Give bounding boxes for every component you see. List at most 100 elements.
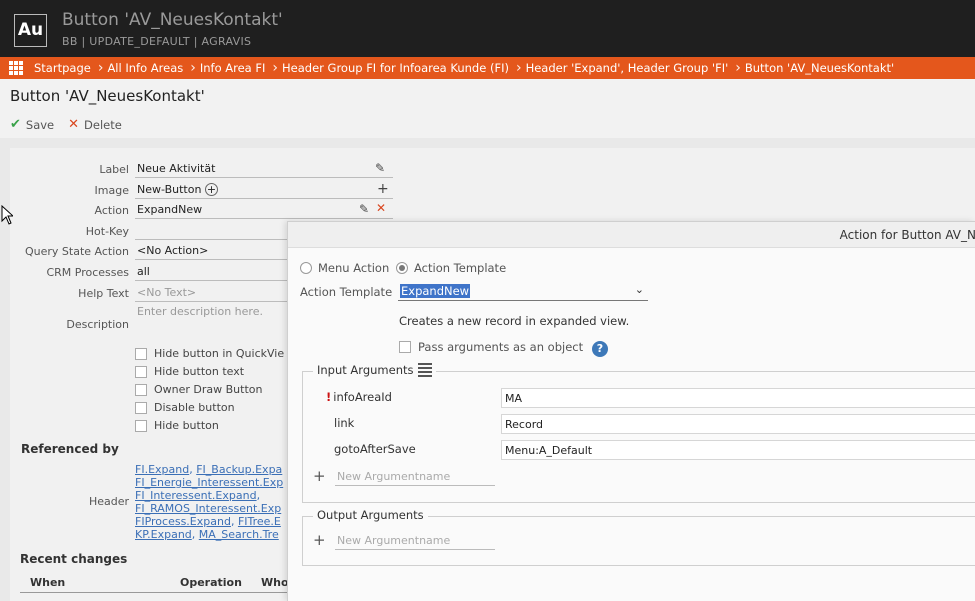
hide-quickview-checkbox[interactable]: Hide button in QuickVie: [135, 347, 284, 360]
add-argument-icon[interactable]: +: [313, 467, 326, 485]
checkbox-box[interactable]: [135, 365, 147, 378]
pencil-icon[interactable]: ✎: [375, 161, 385, 175]
help-icon[interactable]: ?: [592, 341, 608, 357]
save-button[interactable]: ✔ Save: [10, 117, 54, 132]
input-arguments-legend: Input Arguments: [313, 363, 437, 377]
mouse-cursor-icon: [1, 205, 13, 225]
app-logo[interactable]: Au: [14, 14, 47, 47]
chevron-right-icon: ›: [735, 60, 741, 76]
page-title: Button 'AV_NeuesKontakt': [10, 87, 205, 105]
delete-button[interactable]: ✕ Delete: [68, 117, 122, 132]
pass-args-checkbox[interactable]: Pass arguments as an object: [399, 340, 583, 354]
menu-action-radio[interactable]: Menu Action: [300, 261, 389, 275]
disable-button-checkbox[interactable]: Disable button: [135, 401, 235, 414]
referenced-by-heading: Referenced by: [21, 442, 119, 456]
reference-link[interactable]: FI_Energie_Interessent.Exp: [135, 476, 283, 489]
checkbox-label: Hide button in QuickVie: [154, 347, 285, 360]
list-icon[interactable]: [418, 363, 433, 377]
hotkey-field[interactable]: [135, 223, 293, 240]
radio-label: Menu Action: [318, 261, 390, 275]
checkbox-box[interactable]: [135, 347, 147, 360]
label-label: Label: [99, 163, 129, 176]
action-template-radio[interactable]: Action Template: [396, 261, 506, 275]
image-field[interactable]: New-Button +: [135, 182, 393, 199]
query-state-action-field[interactable]: <No Action>: [135, 243, 293, 260]
apps-grid-icon[interactable]: [9, 61, 23, 75]
app-subtitle: BB | UPDATE_DEFAULT | AGRAVIS: [62, 35, 252, 48]
new-input-argument-field[interactable]: New Argumentname: [335, 468, 495, 486]
checkbox-box[interactable]: [399, 341, 411, 353]
arg-value-field[interactable]: MA: [501, 388, 975, 408]
new-output-argument-field[interactable]: New Argumentname: [335, 532, 495, 550]
add-argument-icon[interactable]: +: [313, 531, 326, 549]
breadcrumb-item-header[interactable]: Header 'Expand', Header Group 'FI': [522, 61, 736, 75]
description-field[interactable]: Enter description here.: [135, 304, 293, 342]
close-icon: ✕: [68, 117, 80, 132]
reference-link[interactable]: FI_Interessent.Expand: [135, 489, 257, 502]
hide-text-checkbox[interactable]: Hide button text: [135, 365, 244, 378]
input-args-title: Input Arguments: [317, 363, 414, 377]
breadcrumb-item-startpage[interactable]: Startpage: [30, 61, 98, 75]
delete-label: Delete: [84, 117, 122, 132]
chevron-right-icon: ›: [97, 60, 104, 76]
checkbox-label: Disable button: [154, 401, 235, 414]
breadcrumb-item-header-group[interactable]: Header Group FI for Infoarea Kunde (FI): [278, 61, 516, 75]
output-arguments-legend: Output Arguments: [313, 508, 428, 522]
owner-draw-checkbox[interactable]: Owner Draw Button: [135, 383, 263, 396]
action-template-select[interactable]: ExpandNew ⌄: [398, 282, 648, 301]
recent-changes-heading: Recent changes: [20, 552, 128, 566]
chevron-right-icon: ›: [190, 60, 196, 76]
crm-processes-label: CRM Processes: [46, 266, 129, 279]
template-value: ExpandNew: [400, 284, 471, 298]
action-field[interactable]: ExpandNew: [135, 202, 393, 219]
reference-link[interactable]: KP.Expand: [135, 528, 192, 541]
action-label: Action: [94, 204, 129, 217]
reference-link[interactable]: FI_Backup.Expa: [196, 463, 282, 476]
app-title: Button 'AV_NeuesKontakt': [62, 10, 283, 30]
page-header: Button 'AV_NeuesKontakt' ✔ Save ✕ Delete: [0, 79, 975, 138]
help-text-field[interactable]: <No Text>: [135, 285, 293, 302]
dialog-title: Action for Button AV_N: [839, 228, 975, 242]
help-text-label: Help Text: [78, 287, 129, 300]
pencil-icon[interactable]: ✎: [359, 202, 369, 216]
input-arguments-group: Input Arguments ! infoAreaId MA link Reco…: [302, 363, 975, 503]
chevron-right-icon: ›: [515, 60, 522, 76]
checkbox-box[interactable]: [135, 401, 147, 414]
arg-name: ! infoAreaId: [326, 390, 392, 404]
image-value: New-Button: [137, 183, 202, 196]
label-field[interactable]: Neue Aktivität: [135, 161, 393, 178]
description-label: Description: [66, 318, 129, 331]
reference-link[interactable]: FIProcess.Expand: [135, 515, 231, 528]
save-label: Save: [25, 117, 55, 132]
col-operation: Operation: [180, 576, 242, 589]
image-label: Image: [94, 184, 129, 197]
hide-button-checkbox[interactable]: Hide button: [135, 419, 219, 432]
checkbox-box[interactable]: [135, 419, 147, 432]
checkbox-label: Hide button: [154, 419, 219, 432]
col-who: Who: [261, 576, 289, 589]
reference-link[interactable]: FI.Expand: [135, 463, 189, 476]
table-divider: [20, 592, 300, 593]
arg-value-field[interactable]: Record: [501, 414, 975, 434]
arg-name: gotoAfterSave: [334, 442, 416, 456]
radio-circle[interactable]: [300, 262, 312, 274]
breadcrumb-item-current: Button 'AV_NeuesKontakt': [744, 61, 895, 75]
checkbox-box[interactable]: [135, 383, 147, 396]
chevron-down-icon[interactable]: ⌄: [635, 283, 644, 296]
breadcrumb-item-info-area[interactable]: Info Area FI: [196, 61, 273, 75]
reference-link[interactable]: MA_Search.Tre: [199, 528, 279, 541]
arg-value-field[interactable]: Menu:A_Default: [501, 440, 975, 460]
dialog-titlebar[interactable]: Action for Button AV_N: [288, 222, 975, 248]
remove-icon[interactable]: ✕: [376, 201, 386, 215]
references-list: FI.Expand, FI_Backup.Expa FI_Energie_Int…: [135, 463, 284, 541]
breadcrumb-item-all-info-areas[interactable]: All Info Areas: [103, 61, 190, 75]
reference-link[interactable]: FITree.E: [238, 515, 281, 528]
arg-name-text: infoAreaId: [333, 390, 392, 404]
add-icon[interactable]: +: [377, 181, 389, 197]
radio-circle-selected[interactable]: [396, 262, 408, 274]
add-circle-icon[interactable]: +: [204, 183, 218, 196]
checkbox-label: Owner Draw Button: [154, 383, 263, 396]
template-label: Action Template: [300, 285, 393, 299]
crm-processes-field[interactable]: all: [135, 264, 293, 281]
reference-link[interactable]: FI_RAMOS_Interessent.Exp: [135, 502, 281, 515]
